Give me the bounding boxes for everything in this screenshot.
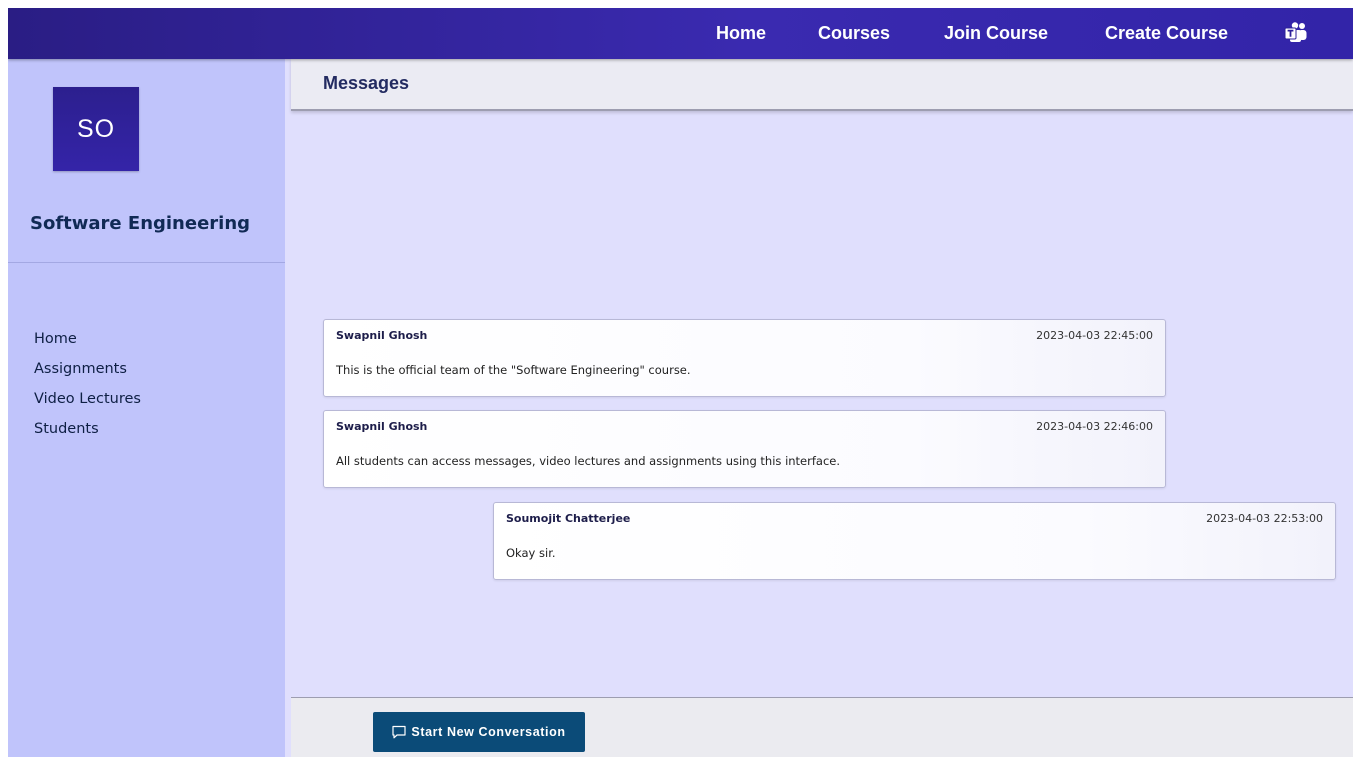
page-title: Messages (323, 73, 410, 93)
sidebar-divider (8, 262, 285, 263)
message-card: Swapnil Ghosh 2023-04-03 22:45:00 This i… (323, 319, 1166, 397)
nav-home-link[interactable]: Home (716, 8, 766, 59)
sidebar-menu: Home Assignments Video Lectures Students (34, 324, 141, 444)
message-timestamp: 2023-04-03 22:46:00 (1036, 420, 1153, 433)
message-text: Okay sir. (506, 546, 556, 560)
messages-panel: Messages Swapnil Ghosh 2023-04-03 22:45:… (291, 59, 1353, 757)
message-text: This is the official team of the "Softwa… (336, 363, 691, 377)
nav-create-course-link[interactable]: Create Course (1105, 8, 1228, 59)
course-sidebar: SO Software Engineering Home Assignments… (8, 59, 285, 757)
message-card: Swapnil Ghosh 2023-04-03 22:46:00 All st… (323, 410, 1166, 488)
course-name: Software Engineering (30, 213, 251, 234)
message-card-own: Soumojit Chatterjee 2023-04-03 22:53:00 … (493, 502, 1336, 580)
chat-icon (392, 725, 406, 739)
start-new-conversation-label: Start New Conversation (411, 725, 566, 739)
sidebar-item-assignments[interactable]: Assignments (34, 354, 141, 384)
message-sender: Soumojit Chatterjee (506, 512, 631, 525)
nav-courses-link[interactable]: Courses (818, 8, 890, 59)
sidebar-item-students[interactable]: Students (34, 414, 141, 444)
message-text: All students can access messages, video … (336, 454, 841, 468)
message-sender: Swapnil Ghosh (336, 420, 428, 433)
sidebar-item-home[interactable]: Home (34, 324, 141, 354)
sidebar-item-video-lectures[interactable]: Video Lectures (34, 384, 141, 414)
message-sender: Swapnil Ghosh (336, 329, 428, 342)
messages-footer: Start New Conversation (291, 697, 1353, 757)
app-frame: Home Courses Join Course Create Course S… (8, 8, 1353, 757)
message-timestamp: 2023-04-03 22:53:00 (1206, 512, 1323, 525)
messages-header: Messages (291, 59, 1353, 111)
message-timestamp: 2023-04-03 22:45:00 (1036, 329, 1153, 342)
course-avatar: SO (53, 87, 139, 171)
start-new-conversation-button[interactable]: Start New Conversation (373, 712, 585, 752)
microsoft-teams-icon[interactable] (1284, 22, 1308, 44)
top-navbar: Home Courses Join Course Create Course (8, 8, 1353, 59)
nav-join-course-link[interactable]: Join Course (944, 8, 1048, 59)
